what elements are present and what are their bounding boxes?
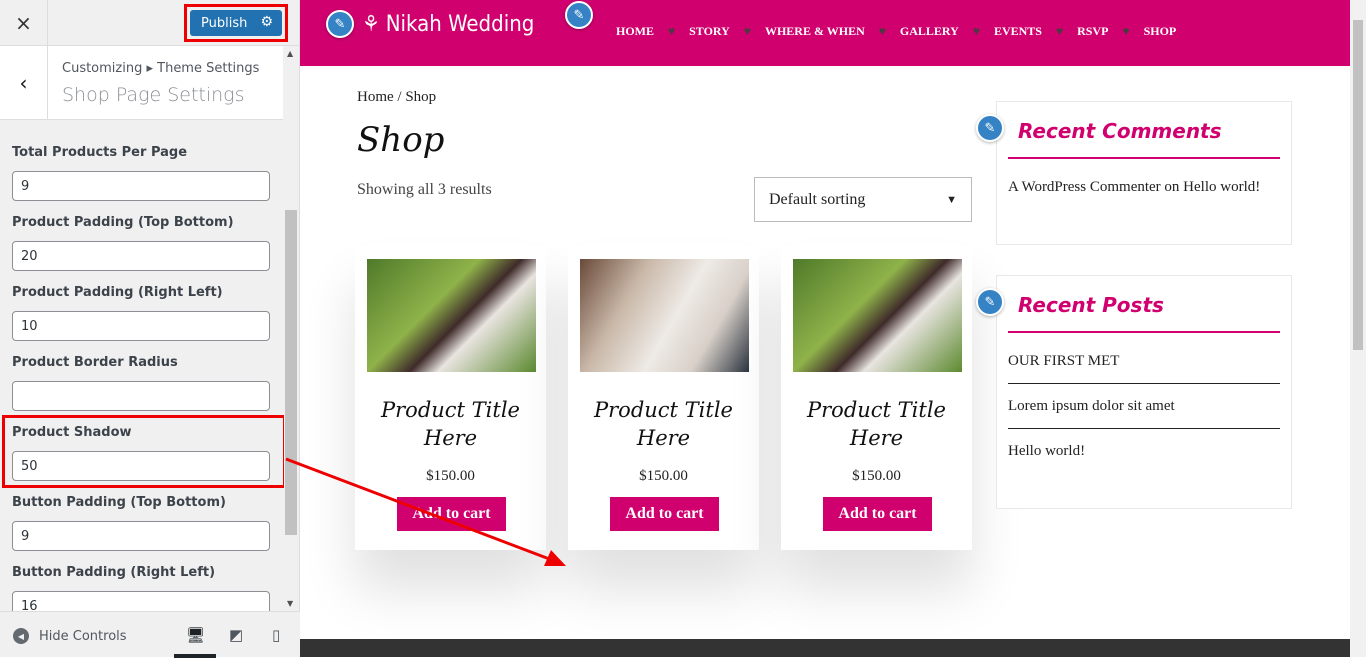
annotation-arrow bbox=[285, 457, 566, 566]
arrow-line bbox=[285, 457, 553, 562]
